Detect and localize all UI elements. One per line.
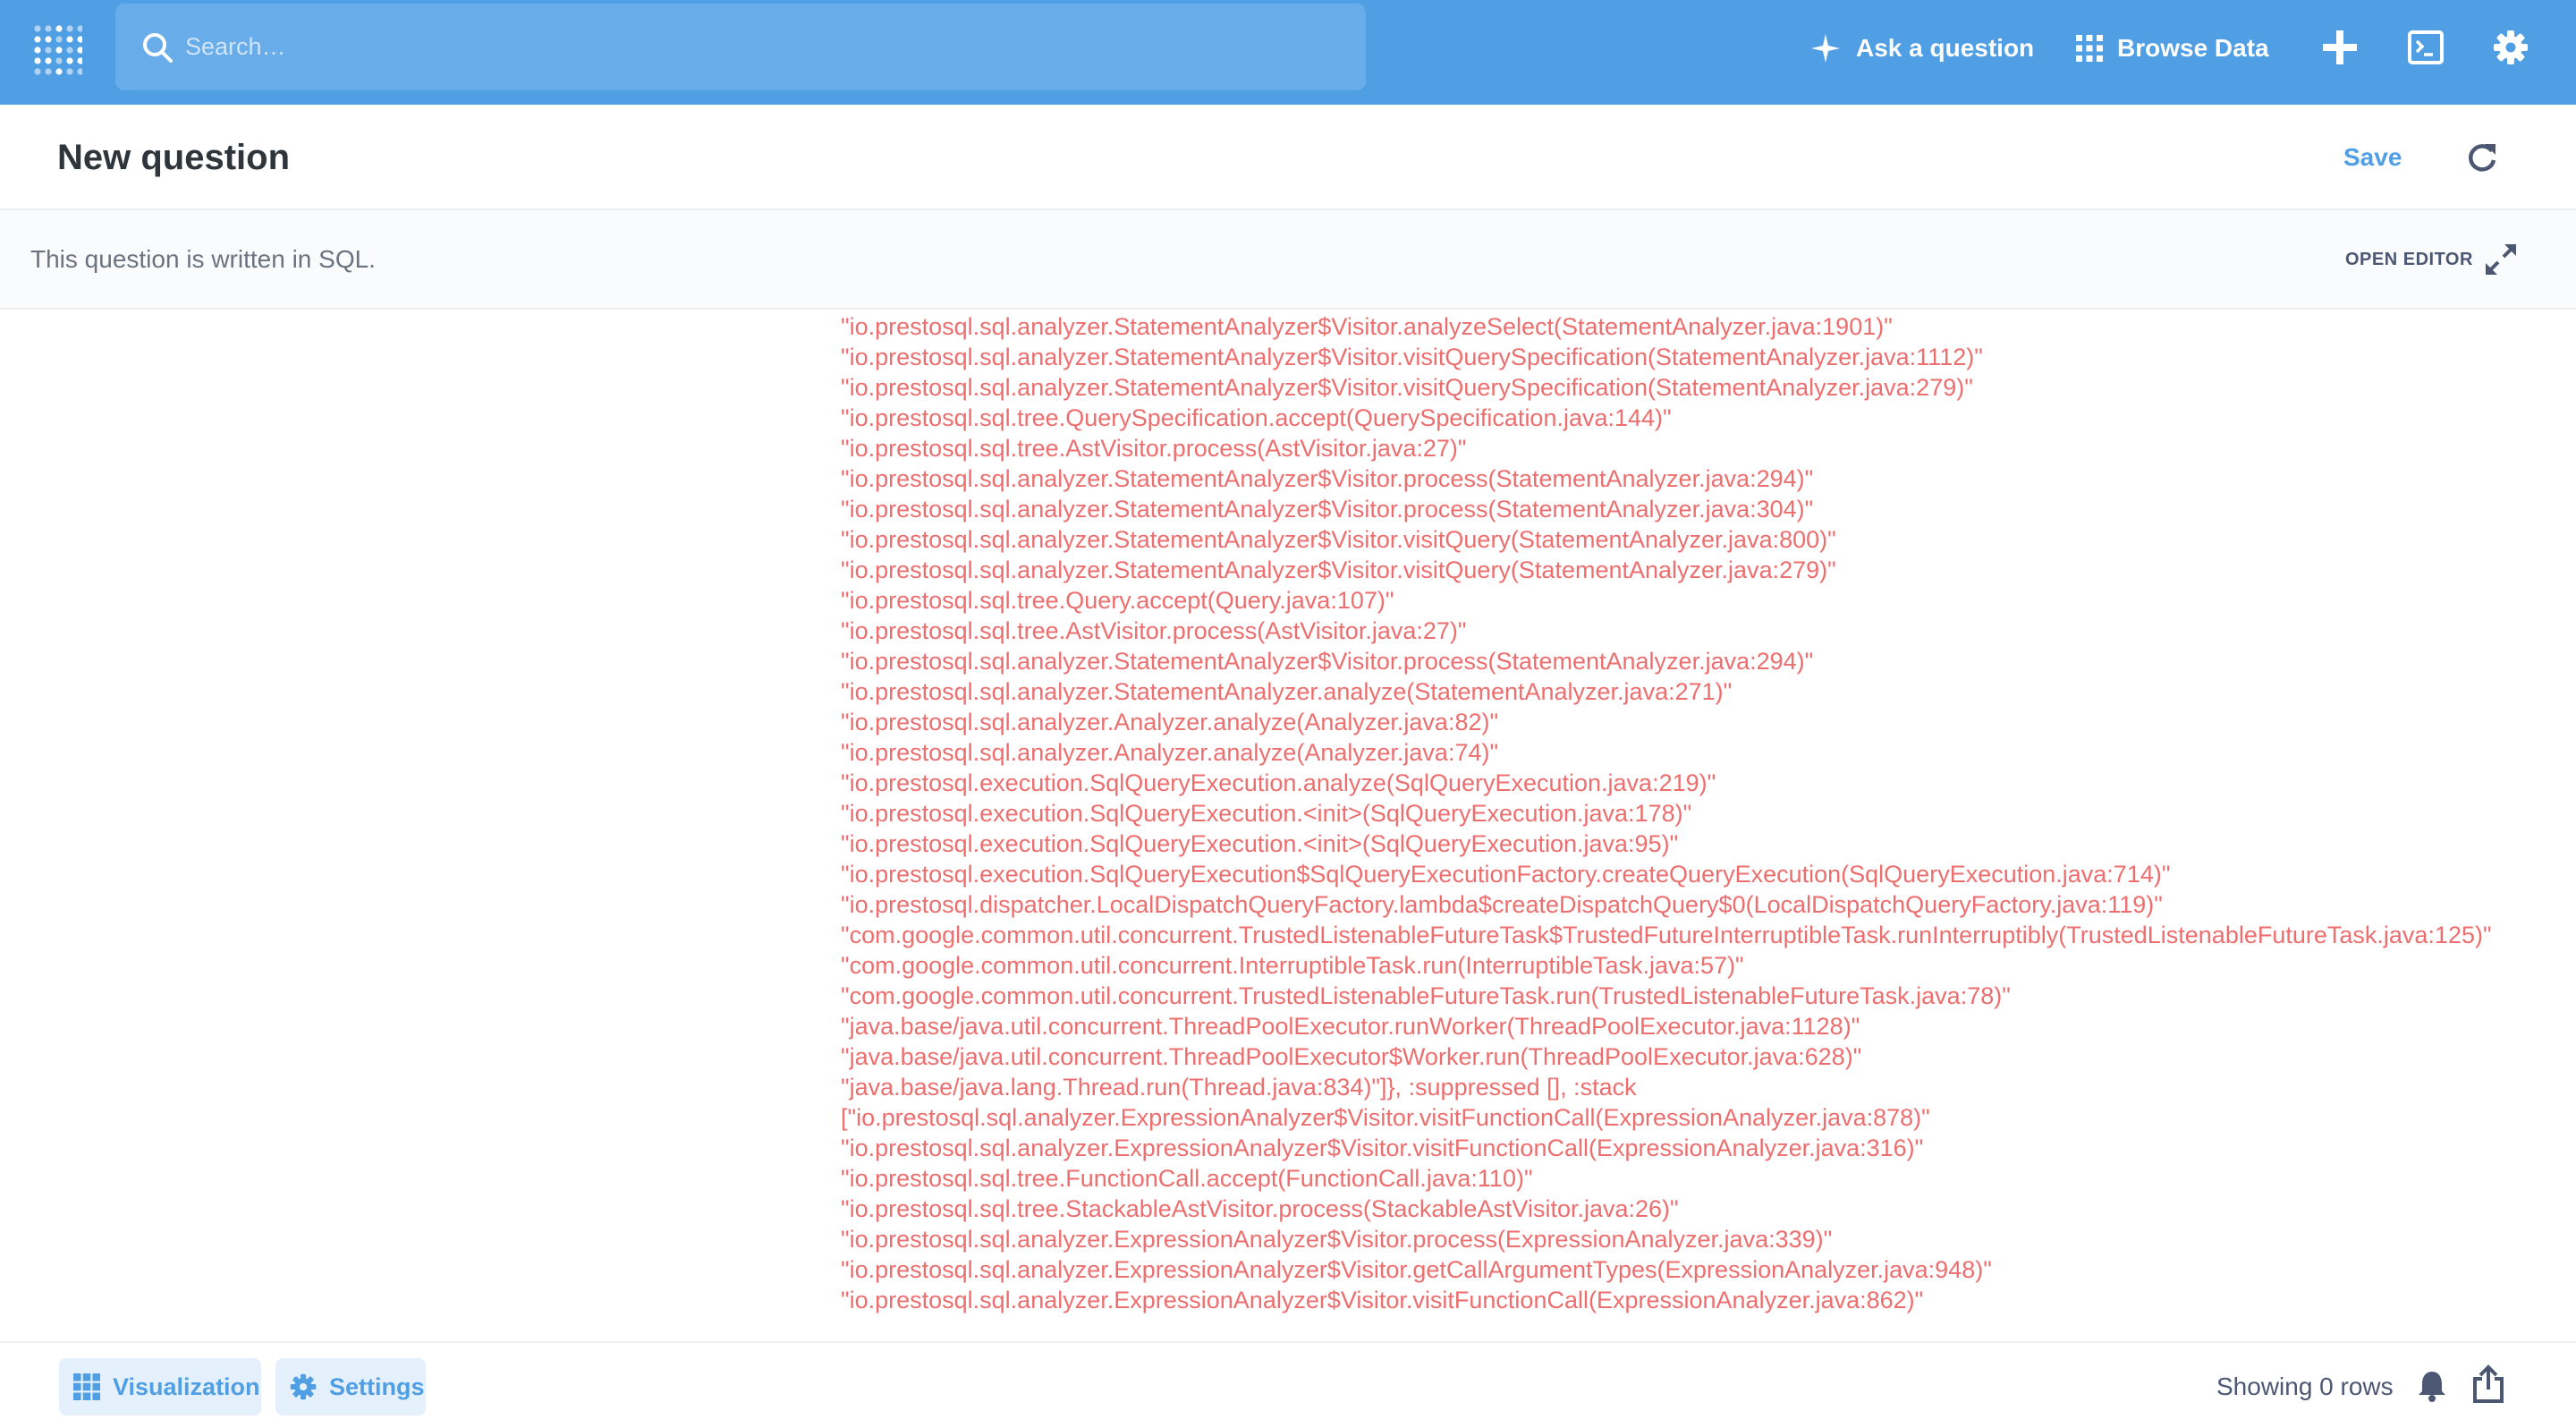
error-line: "io.prestosql.sql.analyzer.Analyzer.anal… (841, 709, 1499, 735)
settings-button[interactable] (2490, 27, 2531, 68)
error-line: "io.prestosql.sql.tree.StackableAstVisit… (841, 1195, 1679, 1222)
search-icon (143, 33, 173, 63)
error-line: "io.prestosql.execution.SqlQueryExecutio… (841, 830, 1679, 857)
error-line: "io.prestosql.sql.tree.FunctionCall.acce… (841, 1165, 1533, 1192)
error-line: "io.prestosql.sql.tree.AstVisitor.proces… (841, 617, 1467, 644)
error-line: "io.prestosql.execution.SqlQueryExecutio… (841, 861, 2171, 888)
error-line: "io.prestosql.sql.analyzer.StatementAnal… (841, 465, 1814, 492)
error-line: "io.prestosql.sql.analyzer.ExpressionAna… (841, 1226, 1833, 1253)
error-line: "io.prestosql.sql.analyzer.StatementAnal… (841, 313, 1893, 340)
error-line: "io.prestosql.sql.analyzer.StatementAnal… (841, 648, 1814, 675)
error-line: "io.prestosql.execution.SqlQueryExecutio… (841, 800, 1692, 827)
settings-label: Settings (329, 1373, 425, 1400)
view-footer: Visualization Settings Showing 0 rows (0, 1341, 2576, 1428)
console-icon (2408, 30, 2444, 64)
sparkle-icon (1811, 33, 1840, 63)
ask-question-label: Ask a question (1856, 33, 2035, 62)
error-line: "io.prestosql.sql.analyzer.StatementAnal… (841, 526, 1836, 553)
plus-icon (2323, 30, 2357, 64)
error-line: "io.prestosql.sql.tree.QuerySpecificatio… (841, 404, 1672, 431)
gear-icon (290, 1373, 317, 1400)
browse-data-label: Browse Data (2117, 33, 2269, 62)
sql-native-bar: This question is written in SQL. OPEN ED… (0, 210, 2576, 310)
error-line: "java.base/java.util.concurrent.ThreadPo… (841, 1013, 1860, 1040)
error-line: "io.prestosql.dispatcher.LocalDispatchQu… (841, 891, 2163, 918)
error-line: "io.prestosql.sql.analyzer.ExpressionAna… (841, 1256, 1992, 1283)
refresh-icon[interactable] (2465, 140, 2499, 174)
error-line: "io.prestosql.sql.analyzer.ExpressionAna… (841, 1287, 1924, 1313)
table-grid-icon (73, 1373, 100, 1400)
sql-editor-button[interactable] (2405, 27, 2446, 68)
search-bar[interactable]: Search… (115, 4, 1366, 90)
top-navigation: Search… Ask a question Browse Data (0, 0, 2576, 105)
new-button[interactable] (2319, 27, 2360, 68)
metabase-logo-icon[interactable] (32, 21, 82, 75)
row-count: Showing 0 rows (2216, 1373, 2394, 1400)
bell-icon[interactable] (2415, 1369, 2449, 1403)
save-button[interactable]: Save (2343, 105, 2402, 210)
share-icon[interactable] (2470, 1364, 2506, 1404)
error-line: "io.prestosql.sql.tree.AstVisitor.proces… (841, 435, 1467, 462)
error-line: "java.base/java.lang.Thread.run(Thread.j… (841, 1074, 1637, 1101)
error-line: "io.prestosql.sql.analyzer.StatementAnal… (841, 374, 1973, 401)
settings-toggle-button[interactable]: Settings (275, 1358, 426, 1415)
browse-data-button[interactable]: Browse Data (2076, 0, 2269, 96)
error-line: ["io.prestosql.sql.analyzer.ExpressionAn… (841, 1104, 1930, 1131)
error-line: "io.prestosql.sql.analyzer.StatementAnal… (841, 496, 1814, 523)
error-line: "java.base/java.util.concurrent.ThreadPo… (841, 1043, 1862, 1070)
sql-note: This question is written in SQL. (30, 245, 376, 273)
visualization-label: Visualization (113, 1373, 260, 1400)
grid-icon (2076, 34, 2103, 62)
query-error-output: "io.prestosql.sql.analyzer.StatementAnal… (0, 311, 2576, 1341)
question-header: New question Save (0, 105, 2576, 210)
open-editor-button[interactable]: OPEN EDITOR (2345, 210, 2473, 309)
error-line: "io.prestosql.sql.analyzer.StatementAnal… (841, 344, 1983, 370)
ask-question-button[interactable]: Ask a question (1809, 0, 2034, 96)
error-line: "com.google.common.util.concurrent.Inter… (841, 952, 1744, 979)
visualization-button[interactable]: Visualization (59, 1358, 261, 1415)
expand-icon[interactable] (2483, 242, 2519, 277)
error-line: "io.prestosql.sql.analyzer.StatementAnal… (841, 678, 1733, 705)
error-line: "io.prestosql.execution.SqlQueryExecutio… (841, 769, 1716, 796)
error-line: "com.google.common.util.concurrent.Trust… (841, 982, 2011, 1009)
error-line: "com.google.common.util.concurrent.Trust… (841, 922, 2492, 948)
error-line: "io.prestosql.sql.tree.Query.accept(Quer… (841, 587, 1394, 614)
error-line: "io.prestosql.sql.analyzer.ExpressionAna… (841, 1135, 1924, 1161)
page-title: New question (57, 138, 291, 177)
gear-icon (2494, 30, 2528, 64)
error-line: "io.prestosql.sql.analyzer.Analyzer.anal… (841, 739, 1499, 766)
search-input[interactable]: Search… (185, 4, 286, 90)
error-line: "io.prestosql.sql.analyzer.StatementAnal… (841, 557, 1836, 583)
error-stacktrace: "io.prestosql.sql.analyzer.StatementAnal… (841, 311, 2492, 1315)
